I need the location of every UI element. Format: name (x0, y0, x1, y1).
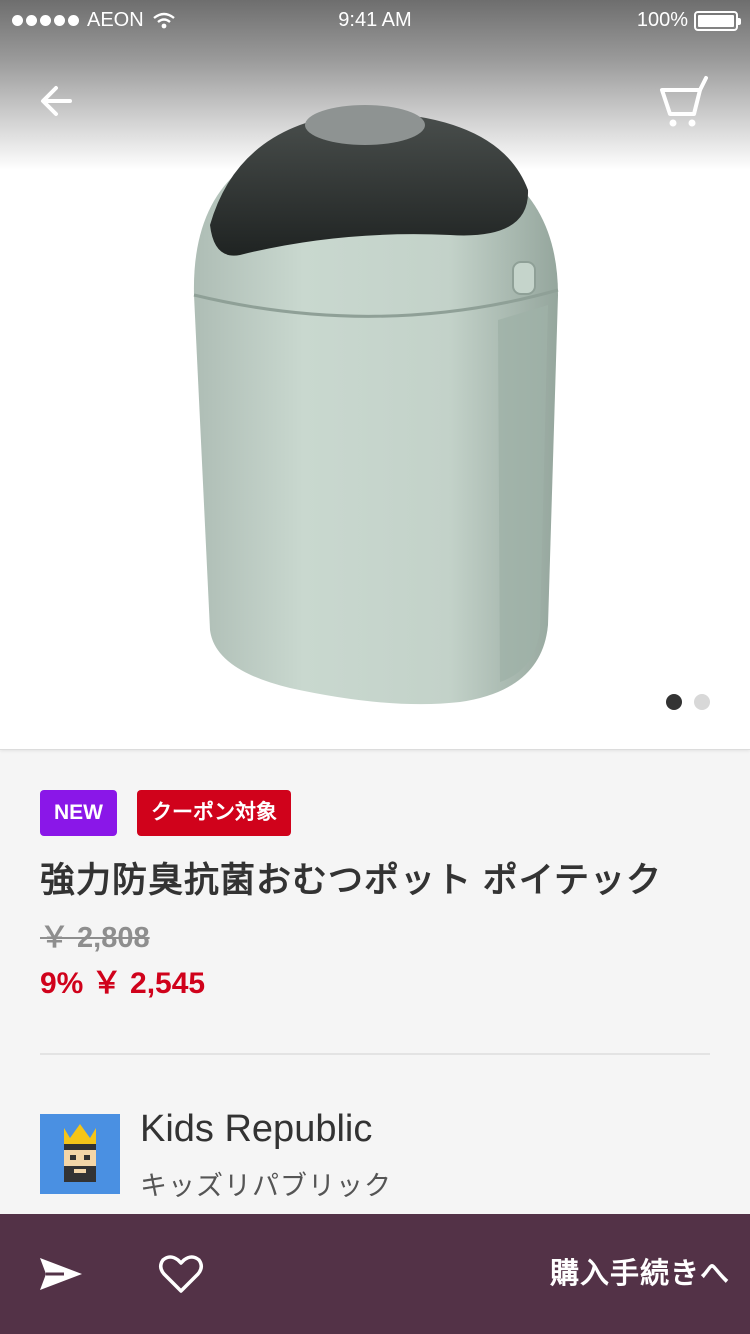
status-bar: AEON 9:41 AM 100% (0, 0, 750, 40)
pager-dot[interactable] (694, 694, 710, 710)
back-arrow-icon[interactable] (34, 78, 80, 124)
coupon-badge: クーポン対象 (137, 790, 291, 836)
battery-percent: 100% (636, 9, 688, 31)
product-badges: NEW クーポン対象 (40, 790, 291, 836)
original-price: ￥ 2,808 (40, 922, 150, 954)
pager-dot-active[interactable] (666, 694, 682, 710)
discount-price: 9% ￥ 2,545 (40, 967, 206, 1000)
battery-icon (694, 10, 741, 31)
share-send-icon[interactable] (36, 1252, 86, 1296)
product-title: 強力防臭抗菌おむつポット ポイテック (40, 861, 663, 900)
shop-kana-name: キッズリパブリック (140, 1171, 392, 1201)
section-divider (40, 1053, 710, 1055)
cart-icon[interactable] (656, 72, 714, 130)
carousel-pager[interactable] (666, 694, 710, 710)
favorite-heart-icon[interactable] (156, 1252, 206, 1296)
shop-logo[interactable] (40, 1114, 120, 1194)
product-hero (0, 0, 750, 750)
new-badge: NEW (40, 790, 117, 836)
shop-name[interactable]: Kids Republic (140, 1108, 372, 1151)
bottom-action-bar: 購入手続きへ (0, 1214, 750, 1334)
product-image[interactable] (180, 90, 570, 710)
checkout-button[interactable]: 購入手続きへ (480, 1214, 730, 1334)
status-right: 100% (636, 9, 741, 32)
